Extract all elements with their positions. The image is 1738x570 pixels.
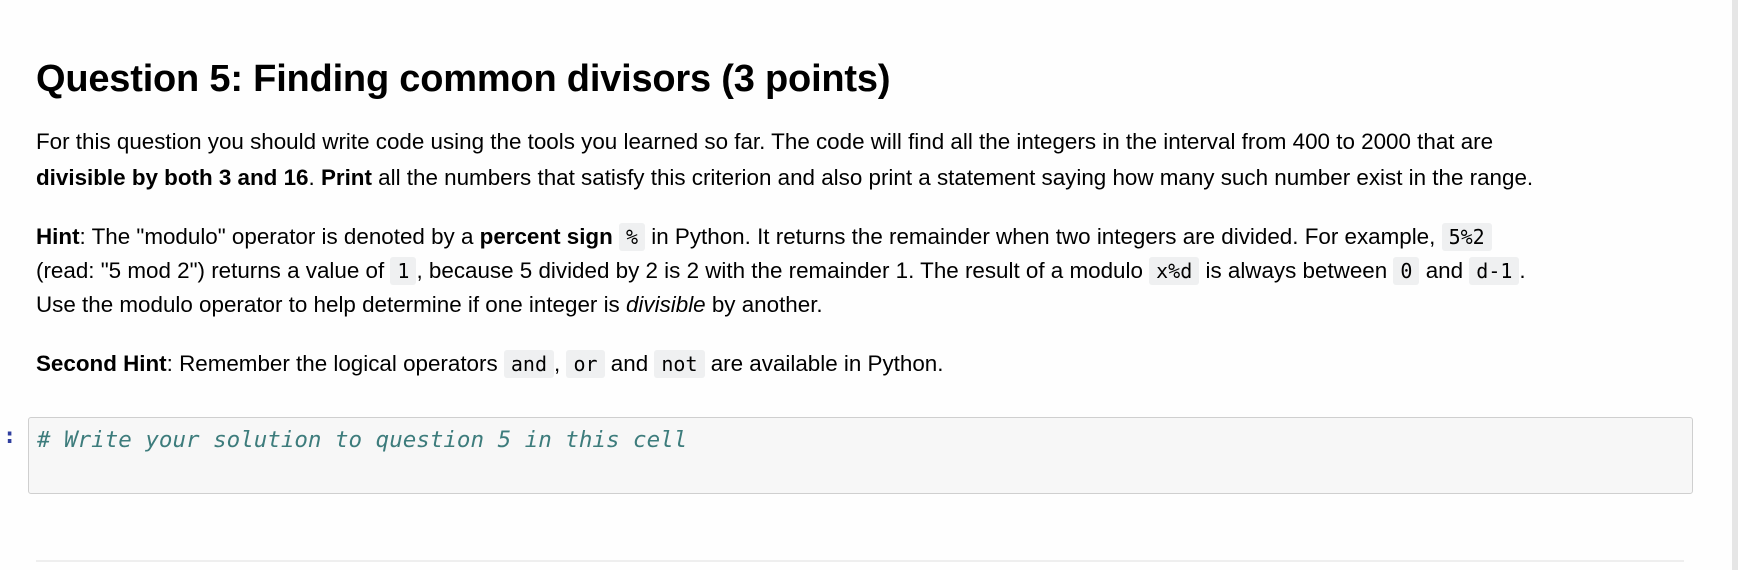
separator-text: . xyxy=(308,165,321,190)
instructions-line-2: divisible by both 3 and 16. Print all th… xyxy=(36,160,1533,196)
divisible-emphasis: divisible xyxy=(625,292,706,317)
hint-text: . xyxy=(1519,258,1526,283)
second-hint-text: : Remember the logical operators xyxy=(166,351,504,376)
percent-sign-bold: percent sign xyxy=(479,224,613,249)
inline-code-0: 0 xyxy=(1393,257,1420,285)
inline-code-1: 1 xyxy=(390,257,417,285)
hint-paragraph: Hint: The "modulo" operator is denoted b… xyxy=(36,220,1526,322)
hint-text: and xyxy=(1419,258,1470,283)
second-hint-label: Second Hint xyxy=(36,351,167,376)
inline-code-percent: % xyxy=(619,223,646,251)
hint-line-3: Use the modulo operator to help determin… xyxy=(36,288,1526,322)
cell-divider xyxy=(36,560,1684,562)
inline-code-xmodd: x%d xyxy=(1149,257,1200,285)
criterion-bold: divisible by both 3 and 16 xyxy=(36,165,309,190)
second-hint-text: and xyxy=(604,351,655,376)
code-cell-editor[interactable]: # Write your solution to question 5 in t… xyxy=(28,417,1693,494)
second-hint-line: Second Hint: Remember the logical operat… xyxy=(36,347,943,381)
inline-code-not: not xyxy=(654,350,705,378)
inline-code-or: or xyxy=(566,350,605,378)
inline-code-5mod2: 5%2 xyxy=(1441,223,1492,251)
instructions-rest: all the numbers that satisfy this criter… xyxy=(371,165,1534,190)
hint-line-1: Hint: The "modulo" operator is denoted b… xyxy=(36,220,1526,254)
hint-text: : The "modulo" operator is denoted by a xyxy=(79,224,480,249)
inline-code-and: and xyxy=(503,350,555,378)
question-heading: Question 5: Finding common divisors (3 p… xyxy=(36,58,891,100)
print-bold: Print xyxy=(320,165,372,190)
hint-text: by another. xyxy=(705,292,823,317)
instructions-paragraph: For this question you should write code … xyxy=(36,124,1533,196)
cell-input-prompt: : xyxy=(3,424,17,449)
second-hint-text: are available in Python. xyxy=(704,351,944,376)
second-hint-paragraph: Second Hint: Remember the logical operat… xyxy=(36,347,943,381)
notebook-page: Question 5: Finding common divisors (3 p… xyxy=(0,0,1732,570)
hint-text: (read: "5 mod 2") returns a value of xyxy=(36,258,391,283)
hint-label: Hint xyxy=(36,224,80,249)
inline-code-d-minus-1: d-1 xyxy=(1469,257,1520,285)
hint-line-2: (read: "5 mod 2") returns a value of 1, … xyxy=(36,254,1526,288)
hint-text: is always between xyxy=(1199,258,1394,283)
hint-text: in Python. It returns the remainder when… xyxy=(645,224,1442,249)
second-hint-text: , xyxy=(554,351,567,376)
vertical-scrollbar[interactable] xyxy=(1732,0,1738,570)
hint-text: Use the modulo operator to help determin… xyxy=(36,292,626,317)
code-comment-line[interactable]: # Write your solution to question 5 in t… xyxy=(37,427,687,453)
instructions-line-1: For this question you should write code … xyxy=(36,129,1494,154)
hint-text: , because 5 divided by 2 is 2 with the r… xyxy=(416,258,1150,283)
